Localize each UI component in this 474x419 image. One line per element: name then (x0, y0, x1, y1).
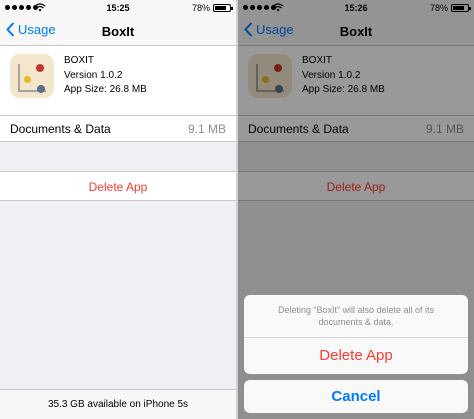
phone-screen-before: 15:25 78% Usage BoxIt BOXIT Version 1.0.… (0, 0, 236, 419)
documents-data-value: 9.1 MB (187, 122, 226, 136)
app-version: Version 1.0.2 (64, 70, 123, 81)
documents-data-label: Documents & Data (10, 122, 111, 136)
confirm-delete-label: Delete App (319, 347, 393, 364)
storage-available-text: 35.3 GB available on iPhone 5s (47, 399, 189, 410)
app-info-section: BOXIT Version 1.0.2 App Size: 26.8 MB (0, 46, 236, 115)
cancel-label: Cancel (331, 388, 381, 405)
app-name: BOXIT (64, 55, 95, 66)
battery-percent: 78% (191, 3, 210, 13)
delete-app-button[interactable]: Delete App (0, 171, 236, 201)
app-size: App Size: 26.8 MB (64, 84, 147, 95)
storage-footer: 35.3 GB available on iPhone 5s (0, 389, 236, 419)
confirm-delete-app-button[interactable]: Delete App (244, 338, 468, 374)
phone-screen-after: 15:26 78% Usage BoxIt BOXIT Version 1.0.… (238, 0, 474, 419)
battery-icon (213, 4, 233, 12)
action-sheet: Deleting “BoxIt” will also delete all of… (244, 295, 468, 374)
nav-title: BoxIt (101, 24, 135, 39)
delete-app-label: Delete App (88, 180, 148, 194)
status-bar: 15:25 78% (0, 0, 236, 16)
nav-bar: Usage BoxIt (0, 16, 236, 46)
documents-data-row: Documents & Data 9.1 MB (0, 115, 236, 142)
boxit-app-icon (10, 54, 54, 98)
action-sheet-message: Deleting “BoxIt” will also delete all of… (244, 295, 468, 338)
cancel-button[interactable]: Cancel (244, 380, 468, 413)
